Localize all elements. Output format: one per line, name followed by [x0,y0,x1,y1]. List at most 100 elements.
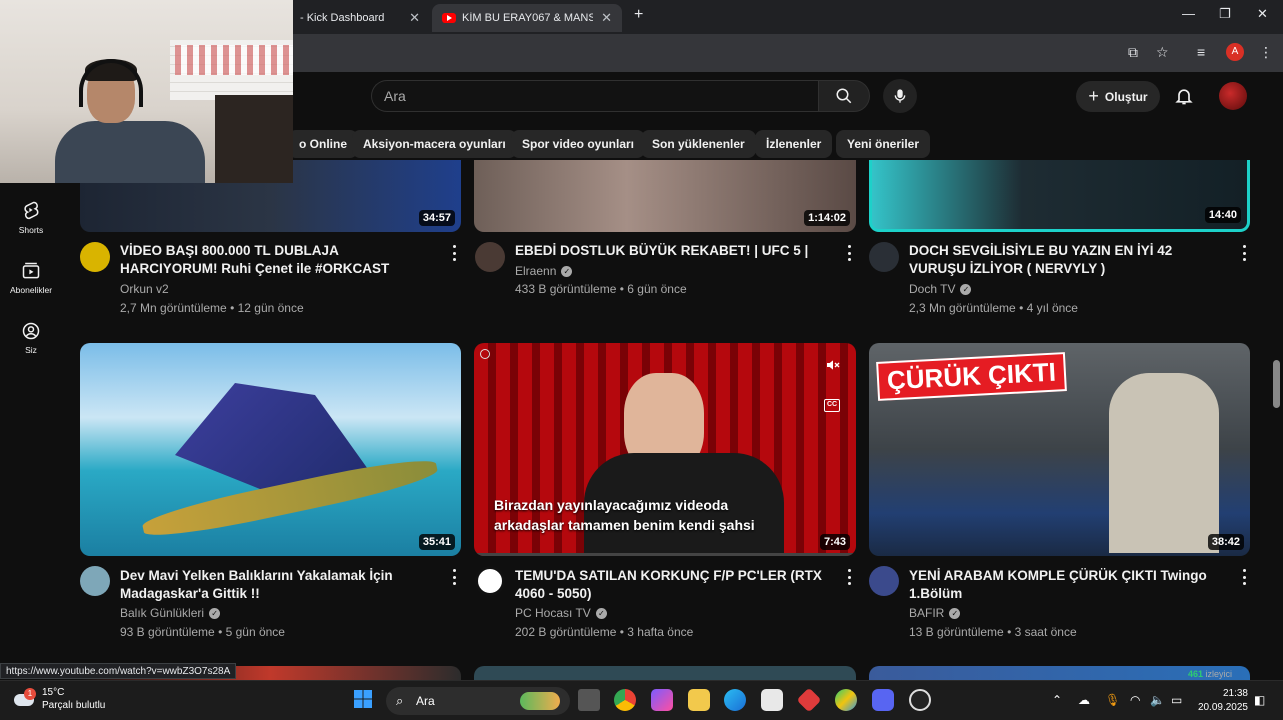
chevron-up-icon[interactable]: ⌃ [1052,693,1062,707]
start-button[interactable] [353,689,375,711]
sidebar-item-subscriptions[interactable]: Abonelikler [0,261,62,295]
app-icon[interactable] [796,687,822,713]
windows-taskbar: 1 15°C Parçalı bulutlu ⌕ Ara ⌃ ☁ 🎙 ◠ 🔈 ▭… [0,680,1283,720]
verified-icon: ✓ [960,283,972,295]
muted-icon[interactable] [824,357,842,373]
media-control-icon[interactable]: ≡ [1197,44,1205,60]
close-icon[interactable]: ✕ [601,10,612,26]
weather-widget[interactable]: 1 15°C Parçalı bulutlu [14,686,105,712]
microphone-icon[interactable]: 🎙 [1105,693,1120,707]
channel-avatar[interactable] [869,566,899,596]
sidebar-item-you[interactable]: Siz [0,321,62,355]
tab-youtube[interactable]: KİM BU ERAY067 & MANSUR? ✕ [432,4,622,32]
chip-action-adventure[interactable]: Aksiyon-macera oyunları [352,130,517,158]
video-thumbnail[interactable]: 1:14:02 [474,160,856,232]
more-actions-icon[interactable] [1238,569,1250,585]
video-thumbnail[interactable]: ÇÜRÜK ÇIKTI 38:42 [869,343,1250,556]
video-thumbnail-playing[interactable]: CC Birazdan yayınlayacağımız videoda ark… [474,343,856,556]
search-input[interactable]: Ara [371,80,818,112]
close-icon[interactable]: ✕ [409,10,420,26]
plus-icon: + [1088,86,1099,106]
more-actions-icon[interactable] [448,245,460,261]
video-thumbnail[interactable]: 35:41 [80,343,461,556]
create-button[interactable]: + Oluştur [1076,81,1160,112]
browser-menu-icon[interactable]: ⋮ [1259,44,1273,61]
window-close-icon[interactable]: ✕ [1257,6,1268,22]
windows-icon [354,690,372,708]
notification-center-icon[interactable]: ◧ [1254,693,1265,707]
scrollbar-thumb[interactable] [1273,360,1280,408]
clock-date: 20.09.2025 [1197,702,1248,713]
app-icon[interactable] [835,689,857,711]
sidebar-item-shorts[interactable]: Shorts [0,199,62,235]
video-title[interactable]: VİDEO BAŞI 800.000 TL DUBLAJA HARCIYORUM… [120,242,430,278]
battery-icon[interactable]: ▭ [1171,693,1182,707]
webcam-overlay [0,0,293,183]
weather-badge: 1 [24,688,36,700]
new-tab-button[interactable]: + [634,6,643,24]
you-icon [22,322,40,340]
channel-avatar[interactable] [475,566,505,596]
search-button[interactable] [818,80,870,112]
video-thumbnail[interactable] [474,666,856,680]
video-title[interactable]: DOCH SEVGİLİSİYLE BU YAZIN EN İYİ 42 VUR… [909,242,1229,278]
copilot-icon[interactable] [651,689,673,711]
channel-name[interactable]: BAFIR ✓ [909,606,961,620]
obs-icon[interactable] [909,689,931,711]
tab-title: - Kick Dashboard [300,12,385,24]
caption-line: arkadaşlar tamamen benim kendi şahsi [494,517,755,533]
wifi-icon[interactable]: ◠ [1130,693,1140,707]
channel-avatar[interactable] [80,566,110,596]
video-meta: 93 B görüntüleme • 5 gün önce [120,625,285,639]
channel-avatar[interactable] [475,242,505,272]
chip-new-recommendations[interactable]: Yeni öneriler [836,130,931,158]
volume-icon[interactable]: 🔈 [1150,693,1165,707]
notifications-button[interactable] [1174,86,1194,111]
file-explorer-icon[interactable] [688,689,710,711]
maximize-icon[interactable]: ❐ [1219,6,1231,22]
tab-kick-dashboard[interactable]: - Kick Dashboard ✕ [290,4,430,32]
channel-name[interactable]: PC Hocası TV ✓ [515,606,607,620]
more-actions-icon[interactable] [843,245,855,261]
screen: - Kick Dashboard ✕ KİM BU ERAY067 & MANS… [0,0,1283,720]
channel-avatar[interactable] [869,242,899,272]
discord-icon[interactable] [872,689,894,711]
video-title[interactable]: TEMU'DA SATILAN KORKUNÇ F/P PC'LER (RTX … [515,567,835,603]
channel-name[interactable]: Doch TV ✓ [909,282,972,296]
video-thumbnail[interactable]: 14:40 [869,160,1250,232]
closed-captions-icon[interactable]: CC [824,399,840,412]
channel-avatar[interactable] [80,242,110,272]
clock-time: 21:38 [1222,688,1248,699]
channel-name[interactable]: Balık Günlükleri ✓ [120,606,221,620]
edge-icon[interactable] [724,689,746,711]
taskbar-search[interactable]: ⌕ Ara [386,687,570,715]
chip-watched[interactable]: İzlenenler [755,130,833,158]
account-avatar[interactable] [1219,82,1247,110]
weather-condition: Parçalı bulutlu [42,700,106,711]
minimize-icon[interactable]: — [1182,6,1195,21]
chip-online[interactable]: o Online [288,130,358,158]
more-actions-icon[interactable] [843,569,855,585]
channel-name[interactable]: Elraenn ✓ [515,264,573,278]
chip-sports-games[interactable]: Spor video oyunları [511,130,646,158]
browser-profile-avatar[interactable]: A [1226,43,1244,61]
mini-guide: Shorts Abonelikler Siz [0,183,62,673]
voice-search-button[interactable] [883,79,917,113]
store-icon[interactable] [761,689,783,711]
more-actions-icon[interactable] [1238,245,1250,261]
thumbnail-overlay-text: ÇÜRÜK ÇIKTI [876,352,1067,401]
chip-recently-uploaded[interactable]: Son yüklenenler [641,130,756,158]
video-title[interactable]: YENİ ARABAM KOMPLE ÇÜRÜK ÇIKTI Twingo 1.… [909,567,1219,603]
more-actions-icon[interactable] [448,569,460,585]
task-view-icon[interactable] [578,689,600,711]
cast-icon[interactable]: ⧉ [1128,44,1138,61]
channel-name-text: Orkun v2 [120,282,169,296]
taskbar-clock[interactable]: 21:38 20.09.2025 [1196,687,1248,715]
video-title[interactable]: EBEDİ DOSTLUK BÜYÜK REKABET! | UFC 5 | [515,242,825,260]
bookmark-star-icon[interactable]: ☆ [1156,44,1169,61]
chrome-icon[interactable] [614,689,636,711]
video-title[interactable]: Dev Mavi Yelken Balıklarını Yakalamak İç… [120,567,430,603]
caption-line: Birazdan yayınlayacağımız videoda [494,497,729,513]
channel-name[interactable]: Orkun v2 [120,282,169,296]
tray-app-icon[interactable]: ☁ [1078,693,1090,707]
